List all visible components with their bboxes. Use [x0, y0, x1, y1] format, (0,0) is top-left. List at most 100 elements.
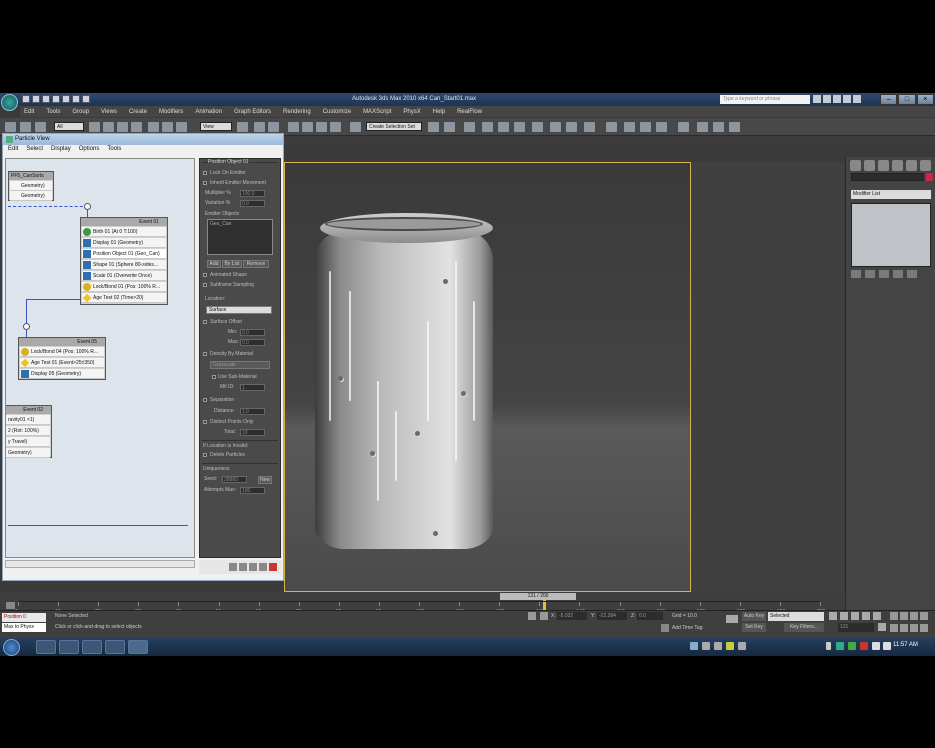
add-time-tag-button[interactable]: Add Time Tag [672, 625, 702, 631]
utilities-tab-icon[interactable] [920, 160, 931, 171]
separation-checkbox[interactable] [203, 398, 207, 402]
select-object-icon[interactable] [89, 122, 100, 132]
operator-speed[interactable]: y Travel) [6, 437, 50, 447]
z-coordinate-field[interactable]: 0.0 [637, 612, 663, 620]
operator-display[interactable]: Display 01 (Geometry) [82, 238, 166, 248]
physx-tool-2-icon[interactable] [624, 122, 635, 132]
tray-icon[interactable] [714, 642, 722, 650]
by-list-button[interactable]: By List [222, 260, 242, 268]
operator-display[interactable]: Display 05 (Geometry) [20, 369, 104, 379]
select-rotate-icon[interactable] [162, 122, 173, 132]
wire-connector[interactable] [84, 203, 91, 210]
help-icon[interactable] [853, 95, 861, 103]
offset-min-spinner[interactable]: 0.0 [240, 329, 265, 336]
play-animation-icon[interactable] [851, 612, 859, 620]
use-sub-material-checkbox[interactable] [212, 375, 216, 379]
track-bar-toggle-icon[interactable] [6, 602, 15, 609]
physx-tool-3-icon[interactable] [640, 122, 651, 132]
hold-icon[interactable] [72, 95, 80, 103]
maximize-viewport-icon[interactable] [920, 623, 928, 632]
attempts-max-spinner[interactable]: 100 [240, 487, 265, 494]
menu-physx[interactable]: PhysX [403, 109, 420, 115]
variation-spinner[interactable]: 0.0 [240, 200, 265, 207]
pv-menu-select[interactable]: Select [26, 146, 43, 156]
select-manipulate-icon[interactable] [254, 122, 265, 132]
layer-manager-icon[interactable] [464, 122, 475, 132]
material-editor-icon[interactable] [532, 122, 543, 132]
menu-group[interactable]: Group [72, 109, 89, 115]
start-button[interactable] [3, 639, 20, 656]
pv-menu-display[interactable]: Display [51, 146, 71, 156]
lock-selection-icon[interactable] [528, 612, 536, 620]
unlink-icon[interactable] [20, 122, 31, 132]
named-selection-dropdown[interactable]: Create Selection Set [366, 122, 422, 131]
pv-menu-options[interactable]: Options [79, 146, 100, 156]
source-row[interactable]: Geometry) [10, 181, 52, 191]
fetch-icon[interactable] [82, 95, 90, 103]
source-node[interactable]: PF5_CanSorts Geometry) Geometry) [8, 171, 54, 201]
emitter-object-item[interactable]: Geo_Can [210, 221, 231, 227]
orbit-icon[interactable] [910, 623, 918, 632]
zoom-extents-all-icon[interactable] [920, 612, 928, 620]
operator-shape[interactable]: Shape 01 (Sphere 80-sides... [82, 260, 166, 270]
create-tab-icon[interactable] [850, 160, 861, 171]
operator-lock-bond[interactable]: Lock/Bond 01 (Pos: 100% R... [82, 282, 166, 292]
next-key-icon[interactable] [862, 612, 870, 620]
time-slider[interactable]: 131 / 200 [500, 593, 576, 600]
no-zoom-icon[interactable] [269, 563, 277, 571]
event-05-node[interactable]: Event 05 Lock/Bond 04 (Pos: 100% R... Ag… [18, 337, 106, 380]
density-by-material-checkbox[interactable] [203, 352, 207, 356]
window-crossing-icon[interactable] [131, 122, 142, 132]
volume-icon[interactable] [883, 642, 891, 650]
seed-spinner[interactable]: 28883 [222, 476, 247, 483]
tray-icon[interactable] [738, 642, 746, 650]
key-filters-button[interactable]: Key Filters... [784, 623, 824, 632]
minimize-button[interactable]: – [880, 94, 898, 105]
density-mode-dropdown[interactable]: Grayscale [210, 361, 270, 369]
operator-scale[interactable]: Scale 01 (Overwrite Once) [82, 271, 166, 281]
mirror-icon[interactable] [428, 122, 439, 132]
operator-lock-bond[interactable]: Lock/Bond 04 (Pos: 100% R... [20, 347, 104, 357]
graphite-toggle-icon[interactable] [482, 122, 493, 132]
curve-editor-icon[interactable] [498, 122, 509, 132]
modifier-stack[interactable] [851, 203, 931, 267]
location-dropdown[interactable]: Surface [206, 306, 272, 314]
play-icon[interactable] [713, 122, 724, 132]
current-frame-field[interactable]: 131 [838, 623, 874, 632]
select-move-icon[interactable] [148, 122, 159, 132]
display-tab-icon[interactable] [906, 160, 917, 171]
pan-icon[interactable] [229, 563, 237, 571]
menu-rendering[interactable]: Rendering [283, 109, 311, 115]
motion-tab-icon[interactable] [892, 160, 903, 171]
taskbar-app-icon[interactable] [105, 640, 125, 654]
subframe-sampling-checkbox[interactable] [203, 283, 207, 287]
menu-edit[interactable]: Edit [24, 109, 34, 115]
tray-icon[interactable] [726, 642, 734, 650]
perspective-viewport[interactable] [284, 162, 691, 592]
operator-force[interactable]: ravity01 ×1) [6, 415, 50, 425]
event-02-node[interactable]: Event 02 ravity01 ×1) 2 (Rot: 100%) y Tr… [6, 405, 52, 458]
menu-graph-editors[interactable]: Graph Editors [234, 109, 271, 115]
inherit-emitter-movement-checkbox[interactable] [203, 181, 207, 185]
network-icon[interactable] [872, 642, 880, 650]
search-input[interactable]: Type a keyword or phrase [720, 95, 810, 104]
save-file-icon[interactable] [42, 95, 50, 103]
hierarchy-tab-icon[interactable] [878, 160, 889, 171]
selection-region-icon[interactable] [117, 122, 128, 132]
x-coordinate-field[interactable]: -5.032 [557, 612, 587, 620]
align-icon[interactable] [444, 122, 455, 132]
percent-snap-icon[interactable] [316, 122, 327, 132]
animated-shape-checkbox[interactable] [203, 273, 207, 277]
menu-animation[interactable]: Animation [195, 109, 222, 115]
link-icon[interactable] [5, 122, 16, 132]
y-coordinate-field[interactable]: -22.284 [597, 612, 627, 620]
rollout-title[interactable]: Position Object 01 [208, 159, 249, 165]
auto-key-button[interactable]: Auto Key [742, 612, 766, 621]
test-age[interactable]: Age Test 01 (Event>25±350) [20, 358, 104, 368]
render-setup-icon[interactable] [550, 122, 561, 132]
menu-help[interactable]: Help [433, 109, 445, 115]
go-to-start-icon[interactable] [697, 122, 708, 132]
operator-position-object[interactable]: Position Object 01 (Geo_Can) [82, 249, 166, 259]
go-to-end-icon[interactable] [729, 122, 740, 132]
time-config-icon[interactable] [878, 623, 886, 631]
